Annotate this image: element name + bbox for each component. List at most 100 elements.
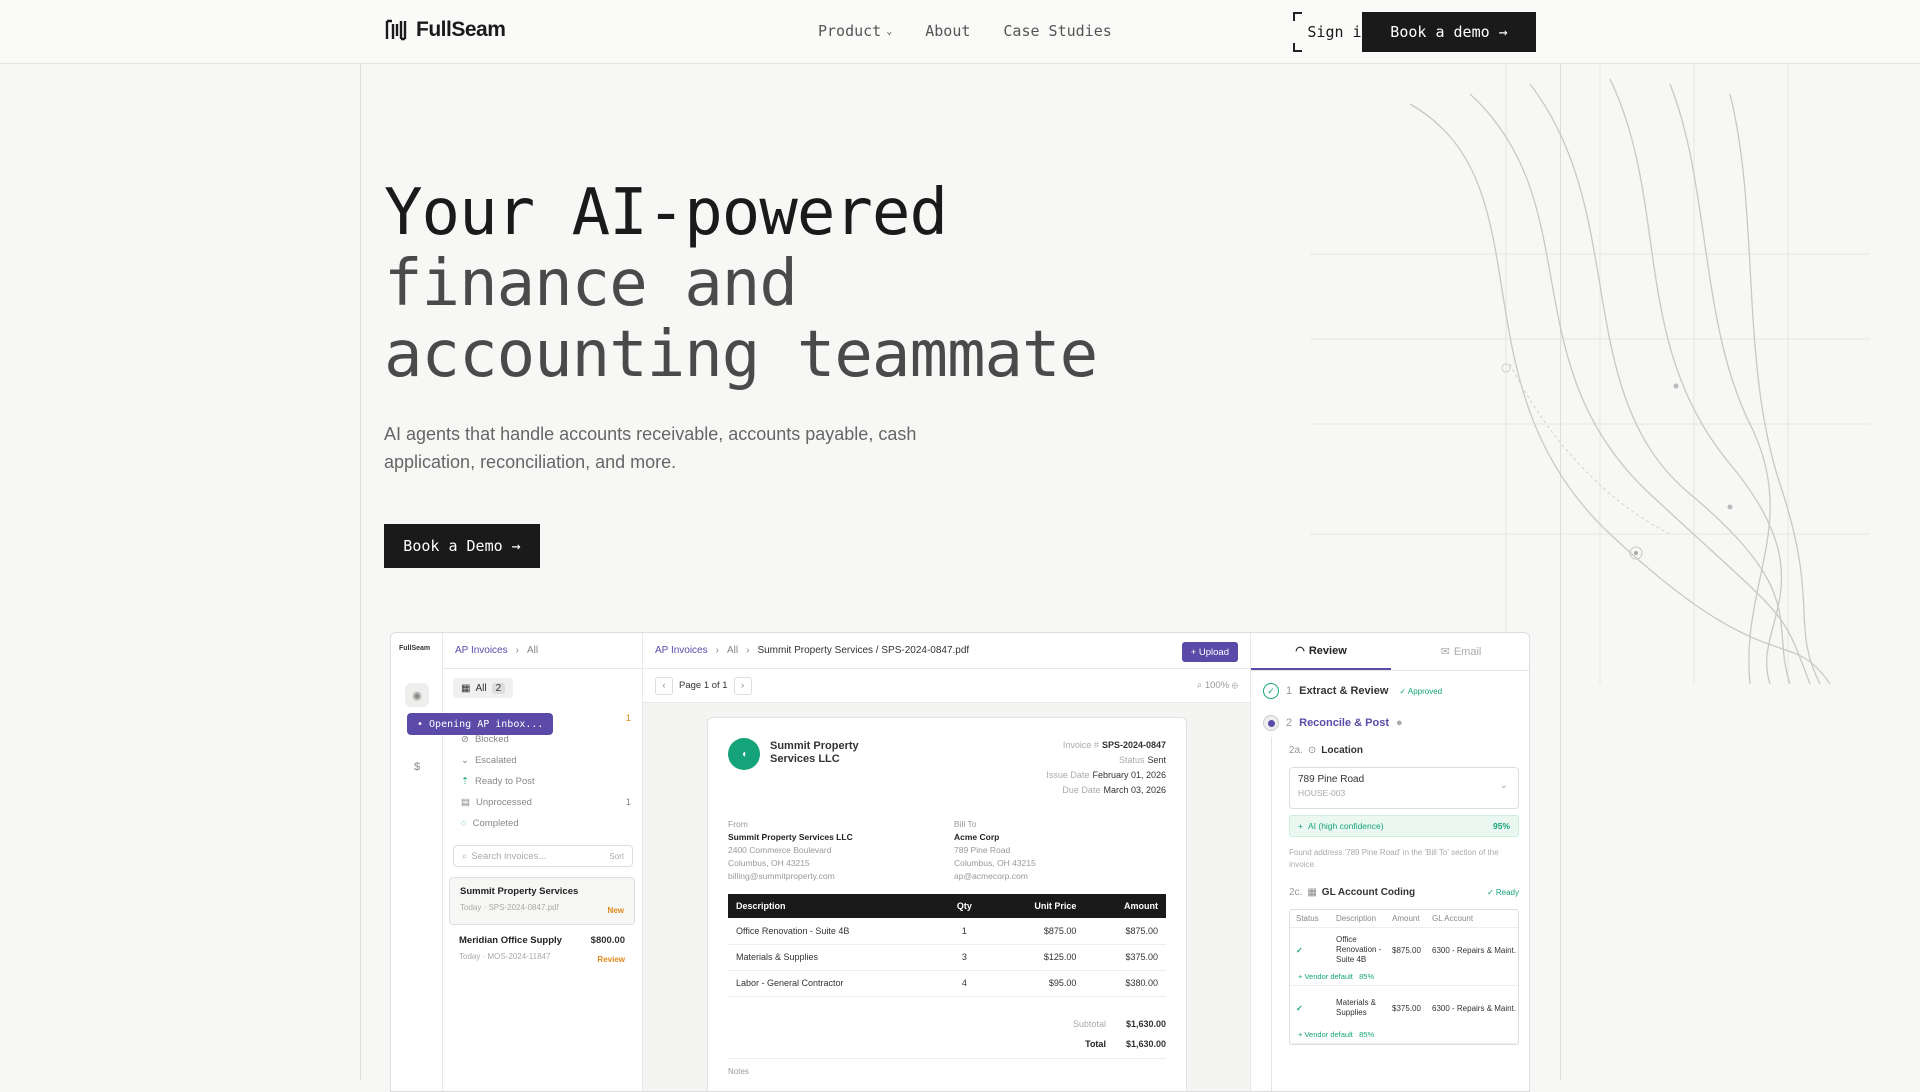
filter-label: Completed bbox=[472, 818, 519, 829]
cell: 3 bbox=[939, 944, 990, 971]
meta-key: Issue Date bbox=[1046, 770, 1090, 780]
total-label: Total bbox=[1085, 1039, 1106, 1049]
table-icon: ▦ bbox=[1307, 887, 1317, 898]
step-label: Reconcile & Post bbox=[1299, 717, 1389, 729]
inbox-icon[interactable]: ◉ bbox=[405, 683, 429, 707]
invoice-meta: Invoice # SPS-2024-0847 Status Sent Issue … bbox=[1046, 738, 1166, 798]
cell: $875.00 bbox=[989, 918, 1085, 945]
upload-icon: ⇡ bbox=[461, 776, 469, 787]
tab-review[interactable]: ◠ Review bbox=[1251, 633, 1391, 670]
invoice-card[interactable]: Meridian Office Supply Today · MOS-2024-… bbox=[449, 927, 635, 975]
step-reconcile-post[interactable]: 2 Reconcile & Post ● bbox=[1263, 715, 1403, 731]
table-row: Office Renovation - Suite 4B 1 $875.00 $875… bbox=[728, 918, 1166, 945]
filter-all[interactable]: ▦ All 2 bbox=[453, 678, 514, 698]
status-toast-text: Opening AP inbox... bbox=[429, 718, 544, 730]
zoom-out-icon: ⌕ bbox=[1196, 680, 1203, 691]
crumb-file: Summit Property Services / SPS-2024-0847… bbox=[757, 645, 970, 656]
sparkle-icon: • bbox=[417, 718, 424, 730]
search-invoices-input[interactable]: ⌕ Search invoices... Sort bbox=[453, 845, 633, 867]
filter-label: Escalated bbox=[474, 755, 517, 766]
location-select[interactable]: 789 Pine Road HOUSE-003 ⌄ bbox=[1289, 767, 1519, 809]
col-qty: Qty bbox=[939, 894, 990, 918]
book-demo-nav-button[interactable]: Book a demo → bbox=[1362, 12, 1536, 52]
filter-ready-to-post[interactable]: ⇡ Ready to Post bbox=[461, 776, 631, 787]
address-line: Columbus, OH 43215 bbox=[954, 858, 1036, 868]
tab-email[interactable]: ✉ Email bbox=[1391, 633, 1529, 670]
top-nav: FullSeam Product ⌄ About Case Studies Sig… bbox=[0, 0, 1920, 64]
hero-title-line-2: finance and bbox=[384, 247, 798, 321]
meta-key: Status bbox=[1118, 755, 1145, 765]
sort-button[interactable]: Sort bbox=[609, 852, 624, 861]
search-placeholder: Search invoices... bbox=[471, 850, 547, 862]
next-page-button[interactable]: › bbox=[733, 676, 752, 695]
line-items-table: Description Qty Unit Price Amount Office… bbox=[728, 894, 1166, 997]
step-extract-review[interactable]: ✓ 1 Extract & Review ✓ Approved bbox=[1263, 683, 1442, 699]
bill-to-address: Bill To Acme Corp 789 Pine Road Columbus… bbox=[954, 818, 1036, 883]
chevron-right-icon: › bbox=[746, 645, 750, 656]
total-value: $1,630.00 bbox=[1125, 1039, 1166, 1049]
filter-escalated[interactable]: ⌄ Escalated bbox=[461, 755, 631, 766]
status-toast: • Opening AP inbox... bbox=[407, 713, 553, 735]
page-indicator: Page 1 of 1 bbox=[679, 680, 728, 691]
zoom-in-icon: ⊕ bbox=[1231, 680, 1238, 691]
filter-count: 1 bbox=[625, 797, 631, 808]
filter-unprocessed[interactable]: ▤ Unprocessed 1 bbox=[461, 797, 631, 808]
table-row[interactable]: ✓ Materials & Supplies $375.00 6300 - Re… bbox=[1290, 986, 1518, 1030]
filter-first-count: 1 bbox=[625, 713, 631, 724]
notes-label: Notes bbox=[728, 1058, 1166, 1076]
filter-all-count: 2 bbox=[491, 682, 506, 694]
rail-brand: FullSeam bbox=[399, 645, 431, 652]
filter-completed[interactable]: ◌ Completed bbox=[461, 818, 631, 829]
gl-amount: $875.00 bbox=[1392, 945, 1421, 955]
from-address: From Summit Property Services LLC 2400 C… bbox=[728, 818, 853, 883]
address-line: ap@acmecorp.com bbox=[954, 871, 1028, 881]
col-gl-account: GL Account bbox=[1432, 914, 1474, 923]
table-row[interactable]: ✓ Office Renovation - Suite 4B $875.00 6… bbox=[1290, 928, 1518, 972]
from-name: Summit Property Services LLC bbox=[728, 832, 853, 842]
guide-line-left bbox=[360, 64, 361, 1080]
location-heading: 2a. ⊙ Location bbox=[1289, 745, 1363, 756]
cell: Office Renovation - Suite 4B bbox=[728, 918, 940, 945]
zoom-level: 100% bbox=[1204, 680, 1230, 691]
cell: $380.00 bbox=[1084, 970, 1166, 997]
gl-pct: 85% bbox=[1359, 972, 1375, 981]
meta-value: February 01, 2026 bbox=[1092, 770, 1166, 780]
nav-about[interactable]: About bbox=[925, 22, 970, 40]
section-label: Location bbox=[1321, 745, 1363, 756]
filter-label: Blocked bbox=[474, 734, 509, 745]
crumb-all[interactable]: All bbox=[727, 645, 738, 656]
crumb-ap-invoices[interactable]: AP Invoices bbox=[455, 645, 508, 656]
prev-page-button[interactable]: ‹ bbox=[655, 676, 673, 695]
gl-account: 6300 - Repairs & Maint. bbox=[1432, 1003, 1517, 1013]
nav-case-studies[interactable]: Case Studies bbox=[1003, 22, 1111, 40]
subtotal-value: $1,630.00 bbox=[1125, 1019, 1166, 1029]
cell: $875.00 bbox=[1084, 918, 1166, 945]
ai-percent: 95% bbox=[1492, 821, 1510, 831]
upload-button[interactable]: + Upload bbox=[1181, 642, 1238, 662]
ai-label: AI (high confidence) bbox=[1307, 821, 1384, 831]
check-icon: ✓ bbox=[1263, 683, 1279, 699]
address-line: billing@summitproperty.com bbox=[728, 871, 835, 881]
fullseam-logo-icon bbox=[385, 19, 407, 41]
location-code: HOUSE-003 bbox=[1298, 788, 1346, 798]
section-number: 2c. bbox=[1289, 887, 1303, 898]
dollar-icon[interactable]: $ bbox=[405, 755, 429, 779]
meta-key: Due Date bbox=[1062, 785, 1101, 795]
nav-product[interactable]: Product ⌄ bbox=[818, 22, 892, 40]
block-icon: ⊘ bbox=[461, 734, 469, 745]
cell: Labor - General Contractor bbox=[728, 970, 940, 997]
zoom-control[interactable]: ⌕ 100% ⊕ bbox=[1197, 680, 1238, 691]
brand-logo[interactable]: FullSeam bbox=[384, 18, 506, 42]
cell: 1 bbox=[939, 918, 990, 945]
crumb-ap-invoices[interactable]: AP Invoices bbox=[655, 645, 708, 656]
gl-desc: Office Renovation - Suite 4B bbox=[1336, 935, 1382, 964]
filter-blocked[interactable]: ⊘ Blocked bbox=[461, 734, 631, 745]
invoice-card[interactable]: Summit Property Services Today · SPS-202… bbox=[449, 877, 635, 925]
gl-source: Vendor default bbox=[1304, 972, 1353, 981]
review-pane: ◠ Review ✉ Email ✓ 1 Extract & Review ✓ Ap… bbox=[1251, 633, 1529, 1091]
crumb-all[interactable]: All bbox=[527, 645, 538, 656]
meta-value: SPS-2024-0847 bbox=[1101, 740, 1166, 750]
meta-value: March 03, 2026 bbox=[1103, 785, 1166, 795]
spinner-icon: ◠ bbox=[1295, 645, 1305, 657]
book-demo-hero-button[interactable]: Book a Demo → bbox=[384, 524, 540, 568]
